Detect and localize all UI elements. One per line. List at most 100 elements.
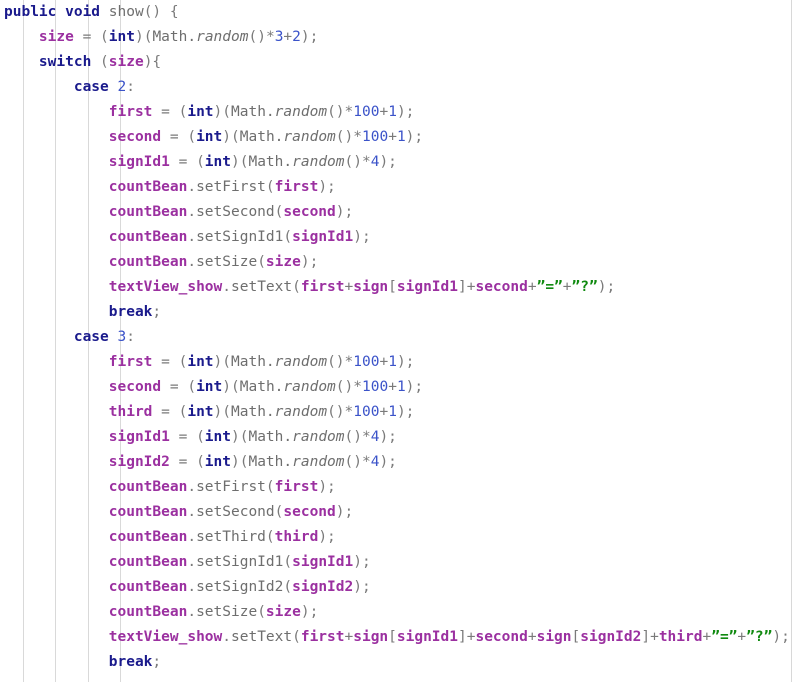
code-line[interactable]: second = (int)(Math.random()*100+1); bbox=[0, 375, 791, 400]
code-token-punc: ()* bbox=[327, 404, 354, 420]
code-token-punc: ]+ bbox=[458, 279, 476, 295]
code-token-plain: setSignId2 bbox=[196, 579, 284, 595]
code-line[interactable]: public void show() { bbox=[0, 0, 791, 25]
code-token-kw: int bbox=[187, 354, 214, 370]
code-token-field: first bbox=[108, 104, 153, 120]
code-line[interactable]: break; bbox=[0, 650, 791, 675]
code-line[interactable]: textView_show.setText(first+sign[signId1… bbox=[0, 275, 791, 300]
code-line[interactable]: countBean.setThird(third); bbox=[0, 525, 791, 550]
code-token-field: second bbox=[475, 629, 528, 645]
code-token-field: signId2 bbox=[292, 579, 354, 595]
code-token-plain: Math. bbox=[248, 454, 293, 470]
code-token-field: sign bbox=[353, 279, 389, 295]
code-line[interactable]: countBean.setSignId1(signId1); bbox=[0, 225, 791, 250]
code-line[interactable]: countBean.setSecond(second); bbox=[0, 500, 791, 525]
code-token-punc: + bbox=[388, 129, 397, 145]
code-token-field: second bbox=[475, 279, 528, 295]
code-token-punc: ( bbox=[257, 254, 266, 270]
code-token-plain: setSize bbox=[196, 604, 258, 620]
code-token-plain: setSize bbox=[196, 254, 258, 270]
code-token-field: countBean bbox=[108, 179, 188, 195]
code-token-punc: ); bbox=[772, 629, 790, 645]
code-token-punc: ); bbox=[318, 179, 336, 195]
code-token-punc: ; bbox=[152, 654, 162, 670]
code-token-punc: ); bbox=[353, 229, 371, 245]
code-token-field: second bbox=[283, 504, 336, 520]
code-token-punc: ); bbox=[335, 504, 354, 520]
code-token-punc: ); bbox=[396, 354, 415, 370]
code-token-kw: switch bbox=[38, 54, 92, 70]
code-token-punc: = ( bbox=[152, 404, 188, 420]
code-line[interactable]: textView_show.setText(first+sign[signId1… bbox=[0, 625, 791, 650]
code-token-field: size bbox=[108, 54, 144, 70]
code-line[interactable]: signId2 = (int)(Math.random()*4); bbox=[0, 450, 791, 475]
code-token-punc: ); bbox=[318, 529, 336, 545]
code-lines-container[interactable]: public void show() { size = (int)(Math.r… bbox=[0, 0, 791, 682]
code-token-punc: ( bbox=[257, 604, 266, 620]
code-token-punc: = ( bbox=[169, 154, 205, 170]
code-line[interactable]: case 3: bbox=[0, 325, 791, 350]
code-token-punc: = ( bbox=[169, 454, 205, 470]
code-token-punc: ()* bbox=[344, 429, 371, 445]
code-token-field: signId1 bbox=[292, 229, 354, 245]
code-token-punc: ( bbox=[283, 554, 293, 570]
code-token-field: third bbox=[274, 529, 319, 545]
code-token-field: countBean bbox=[108, 579, 188, 595]
code-line[interactable]: countBean.setFirst(first); bbox=[0, 475, 791, 500]
code-token-punc: . bbox=[187, 579, 197, 595]
code-line[interactable]: countBean.setSize(size); bbox=[0, 600, 791, 625]
code-line[interactable]: break; bbox=[0, 300, 791, 325]
code-token-punc: ()* bbox=[344, 454, 371, 470]
code-editor-pane[interactable]: public void show() { size = (int)(Math.r… bbox=[0, 0, 792, 682]
code-token-field: second bbox=[283, 204, 336, 220]
code-token-plain: Math. bbox=[231, 404, 275, 420]
code-token-plain: Math. bbox=[248, 154, 293, 170]
code-token-num: 1 bbox=[388, 104, 397, 120]
code-line[interactable]: switch (size){ bbox=[0, 50, 791, 75]
code-line[interactable]: first = (int)(Math.random()*100+1); bbox=[0, 350, 791, 375]
code-line[interactable]: countBean.setSecond(second); bbox=[0, 200, 791, 225]
code-line[interactable]: third = (int)(Math.random()*100+1); bbox=[0, 400, 791, 425]
code-token-field: signId1 bbox=[396, 629, 458, 645]
code-token-punc: ()* bbox=[248, 29, 275, 45]
code-line[interactable]: second = (int)(Math.random()*100+1); bbox=[0, 125, 791, 150]
code-token-punc: . bbox=[187, 604, 197, 620]
code-token-field: second bbox=[108, 129, 162, 145]
code-token-punc: ( bbox=[265, 529, 275, 545]
code-token-punc: + bbox=[283, 29, 293, 45]
code-token-plain: setFirst bbox=[196, 179, 266, 195]
code-line[interactable]: . bbox=[0, 675, 791, 682]
code-token-field: third bbox=[658, 629, 703, 645]
code-line[interactable]: countBean.setFirst(first); bbox=[0, 175, 791, 200]
code-line[interactable]: case 2: bbox=[0, 75, 791, 100]
code-token-punc: ); bbox=[300, 29, 319, 45]
code-token-punc: ); bbox=[300, 254, 319, 270]
code-line[interactable]: countBean.setSignId2(signId2); bbox=[0, 575, 791, 600]
code-line[interactable]: size = (int)(Math.random()*3+2); bbox=[0, 25, 791, 50]
code-token-str: ”=” bbox=[711, 629, 738, 645]
code-line[interactable]: first = (int)(Math.random()*100+1); bbox=[0, 100, 791, 125]
code-line[interactable]: countBean.setSize(size); bbox=[0, 250, 791, 275]
code-line[interactable]: countBean.setSignId1(signId1); bbox=[0, 550, 791, 575]
code-token-punc: . bbox=[187, 479, 197, 495]
code-line[interactable]: signId1 = (int)(Math.random()*4); bbox=[0, 425, 791, 450]
code-token-punc: ); bbox=[597, 279, 616, 295]
code-token-punc: + bbox=[379, 354, 389, 370]
code-token-field: sign bbox=[536, 629, 572, 645]
code-token-num: 100 bbox=[362, 379, 389, 395]
code-token-field: size bbox=[38, 29, 74, 45]
code-token-plain: setText bbox=[231, 279, 293, 295]
code-token-field: countBean bbox=[108, 229, 188, 245]
code-token-field: first bbox=[300, 629, 345, 645]
code-token-punc: ); bbox=[353, 579, 371, 595]
code-token-field: first bbox=[274, 179, 319, 195]
code-token-italic: random bbox=[292, 154, 345, 170]
code-line[interactable]: signId1 = (int)(Math.random()*4); bbox=[0, 150, 791, 175]
